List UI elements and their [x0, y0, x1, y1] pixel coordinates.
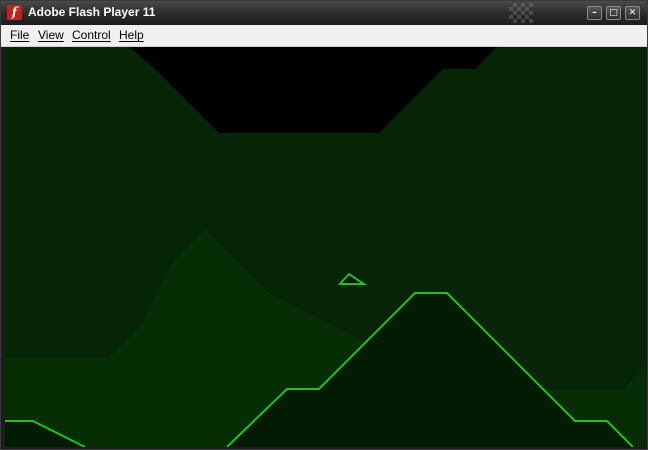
title-bar[interactable]: f Adobe Flash Player 11 – □ ✕	[1, 1, 647, 25]
maximize-icon: □	[609, 8, 618, 18]
maximize-button[interactable]: □	[606, 6, 621, 20]
game-canvas	[5, 47, 645, 447]
menu-help[interactable]: Help	[119, 28, 144, 43]
menu-view[interactable]: View	[38, 28, 64, 43]
game-stage[interactable]	[5, 47, 645, 447]
close-icon: ✕	[628, 8, 637, 18]
menu-bar: File View Control Help	[1, 25, 647, 47]
close-button[interactable]: ✕	[625, 6, 640, 20]
flash-player-window: f Adobe Flash Player 11 – □ ✕ File View …	[0, 0, 648, 450]
menu-control[interactable]: Control	[72, 28, 111, 43]
window-title: Adobe Flash Player 11	[28, 5, 156, 19]
titlebar-pattern	[509, 3, 533, 23]
minimize-button[interactable]: –	[587, 6, 602, 20]
menu-file[interactable]: File	[10, 28, 29, 43]
flash-icon: f	[7, 5, 22, 20]
minimize-icon: –	[592, 8, 597, 18]
